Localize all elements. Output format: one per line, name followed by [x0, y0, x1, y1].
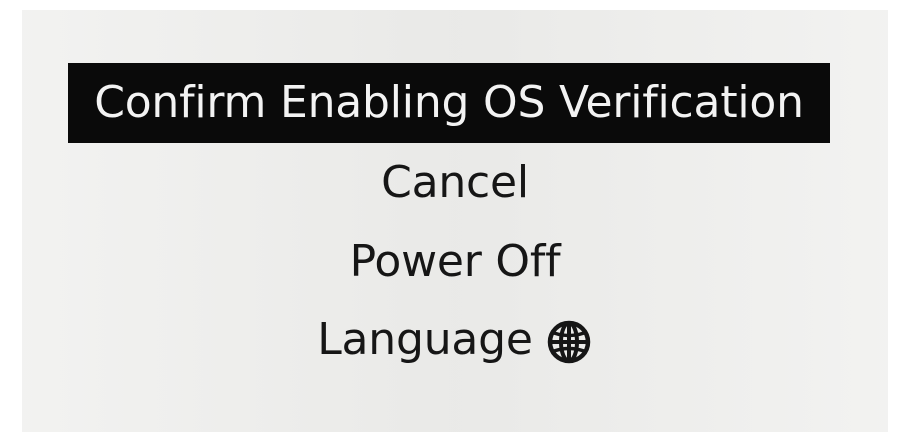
language-label: Language — [317, 314, 533, 365]
boot-menu: Confirm Enabling OS Verification Cancel … — [22, 10, 888, 432]
language-item[interactable]: Language — [22, 310, 888, 370]
globe-icon — [545, 318, 593, 366]
cancel-item[interactable]: Cancel — [22, 153, 888, 213]
confirm-enable-os-verification-item[interactable]: Confirm Enabling OS Verification — [68, 63, 830, 143]
power-off-item[interactable]: Power Off — [22, 232, 888, 292]
firmware-screen: Confirm Enabling OS Verification Cancel … — [22, 10, 888, 432]
